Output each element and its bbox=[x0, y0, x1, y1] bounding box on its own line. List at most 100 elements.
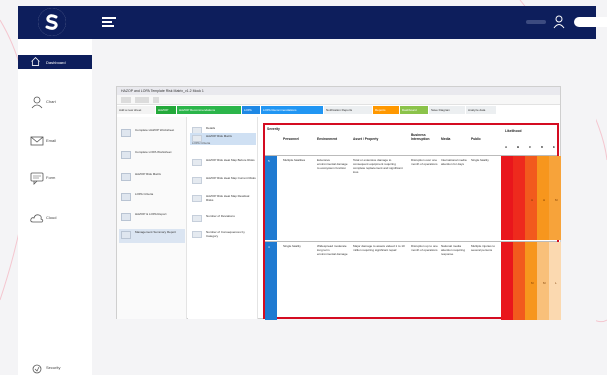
likelihood-cell bbox=[501, 156, 513, 240]
sheet-tab[interactable]: LOPA bbox=[242, 106, 260, 114]
file-label: Complete LOPA Worksheet bbox=[135, 150, 172, 154]
sheet-icon bbox=[121, 213, 131, 221]
nav-item-cloud[interactable]: Cloud bbox=[18, 205, 92, 233]
cell-personnel: Single fatality bbox=[283, 244, 301, 248]
sheet-tab[interactable]: Dashboard bbox=[400, 106, 428, 114]
likelihood-level: C bbox=[529, 145, 532, 149]
likelihood-level: B bbox=[517, 145, 520, 149]
sheet-tab-ribbon: Add a new sheet HAZOP HAZOP Recommendation… bbox=[117, 106, 560, 114]
nav-item-dashboard[interactable]: Dashboard bbox=[18, 55, 92, 69]
home-icon bbox=[31, 57, 40, 66]
likelihood-cell bbox=[501, 242, 513, 320]
header-severity: Severity bbox=[267, 127, 280, 131]
risk-rating-label: H bbox=[543, 198, 546, 202]
severity-cell: 4 bbox=[265, 242, 277, 320]
file-list-item[interactable]: HAZOP Risk Matrix bbox=[119, 171, 185, 185]
brand-logo[interactable] bbox=[38, 8, 66, 36]
nav-item-form[interactable]: Form bbox=[18, 165, 92, 193]
report-item[interactable]: Number of Deviations bbox=[190, 213, 256, 225]
header-personnel: Personnel bbox=[283, 137, 299, 141]
header-asset: Asset / Property bbox=[353, 137, 379, 141]
user-profile-icon[interactable] bbox=[553, 15, 565, 29]
report-label: Number of Deviations bbox=[206, 214, 235, 218]
likelihood-cell bbox=[513, 242, 525, 320]
severity-value: 4 bbox=[268, 245, 270, 249]
file-list: Complete HAZOP Worksheet Complete LOPA Wo… bbox=[117, 117, 187, 319]
embedded-spreadsheet-screenshot: HAZOP and LOPA Template Risk Matrix_v1.2… bbox=[116, 86, 561, 320]
cell-business: Disruption up to one month of operations bbox=[411, 244, 438, 252]
report-icon bbox=[192, 195, 202, 202]
lock-icon bbox=[32, 364, 42, 374]
risk-rating-label: M bbox=[543, 281, 546, 285]
screenshot-title: HAZOP and LOPA Template Risk Matrix_v1.2… bbox=[117, 87, 560, 95]
likelihood-cell: M bbox=[537, 242, 549, 320]
likelihood-cell: L bbox=[549, 242, 561, 320]
severity-cell: 5 bbox=[265, 156, 277, 240]
report-icon bbox=[192, 231, 202, 238]
cloud-icon bbox=[30, 214, 44, 223]
risk-matrix-row: 4 Single fatality Widespread moderate long… bbox=[265, 241, 561, 320]
file-list-item[interactable]: Complete HAZOP Worksheet bbox=[119, 127, 185, 141]
nav-label: Chart bbox=[46, 99, 56, 104]
cell-asset: Total or extensive damage to consequent … bbox=[353, 158, 403, 174]
header-business: Business Interruption bbox=[411, 133, 430, 141]
sheet-tab[interactable]: LOPA Recommendations bbox=[261, 106, 323, 114]
item-group-header: LOPA Criteria bbox=[192, 141, 211, 145]
cell-public: Single fatality bbox=[471, 158, 489, 162]
risk-rating-label: L bbox=[555, 281, 557, 285]
cell-personnel: Multiple fatalities bbox=[283, 158, 306, 162]
report-item[interactable]: HAZOP Risk Heat Map Before Risks bbox=[190, 157, 256, 169]
sheet-tab[interactable]: Notification Reports bbox=[324, 106, 372, 114]
report-icon bbox=[192, 159, 202, 166]
report-item[interactable]: HAZOP Risk Heat Map Current Risks bbox=[190, 175, 256, 187]
sheet-icon bbox=[121, 129, 131, 137]
nav-item-email[interactable]: Email bbox=[18, 128, 92, 156]
report-icon bbox=[192, 177, 202, 184]
nav-label: Dashboard bbox=[46, 60, 66, 65]
nav-item-security[interactable]: Security bbox=[18, 355, 92, 375]
likelihood-level: E bbox=[553, 145, 556, 149]
header-likelihood: Likelihood bbox=[505, 129, 522, 133]
report-label: Number of Consequences by Category bbox=[206, 230, 245, 238]
file-list-item[interactable]: Complete LOPA Worksheet bbox=[119, 149, 185, 163]
report-item[interactable]: HAZOP Risk Heat Map Residual Risks bbox=[190, 193, 256, 205]
screenshot-toolbar bbox=[117, 95, 560, 105]
sheet-icon bbox=[121, 231, 131, 239]
risk-rating-label: M bbox=[531, 281, 534, 285]
file-list-item[interactable]: LOPA Criteria bbox=[119, 191, 185, 205]
logo-mark-icon bbox=[38, 8, 66, 36]
likelihood-cell: M bbox=[525, 242, 537, 320]
likelihood-level: D bbox=[541, 145, 544, 149]
sheet-tab[interactable]: Analyze data bbox=[466, 106, 496, 114]
sheet-tab[interactable]: HAZOP bbox=[156, 106, 176, 114]
likelihood-cell bbox=[513, 156, 525, 240]
file-label: HAZOP & LOPA Report bbox=[135, 212, 167, 216]
sheet-tab[interactable]: Save Diagram bbox=[429, 106, 465, 114]
nav-label: Form bbox=[46, 175, 56, 180]
report-label: HAZOP Risk Heat Map Residual Risks bbox=[206, 194, 250, 202]
account-pill-button[interactable] bbox=[574, 17, 607, 27]
toolbar-button bbox=[153, 97, 159, 103]
report-item-list: Details HAZOP Risk Matrix LOPA Criteria HAZ… bbox=[188, 117, 258, 319]
file-list-item[interactable]: Management Summary Report bbox=[119, 229, 185, 243]
sheet-tab[interactable]: Add a new sheet bbox=[117, 106, 155, 114]
report-item[interactable]: Number of Consequences by Category bbox=[190, 229, 256, 241]
cell-asset: Major damage to assets valued 1 to 10 mi… bbox=[353, 244, 405, 252]
nav-label: Security bbox=[46, 365, 61, 370]
toolbar-button bbox=[135, 97, 149, 103]
sheet-tab[interactable]: HAZOP Recommendations bbox=[177, 106, 241, 114]
header-media: Media bbox=[441, 137, 451, 141]
top-bar bbox=[18, 6, 607, 39]
nav-item-chart[interactable]: Chart bbox=[18, 89, 92, 117]
file-label: Management Summary Report bbox=[135, 230, 177, 234]
user-name-placeholder bbox=[526, 20, 546, 24]
file-list-item[interactable]: HAZOP & LOPA Report bbox=[119, 211, 185, 225]
mail-icon bbox=[30, 136, 44, 146]
risk-rating-label: H bbox=[531, 198, 534, 202]
sheet-tab[interactable]: Reports bbox=[373, 106, 399, 114]
cell-environment: Widespread moderate long term environmen… bbox=[317, 244, 348, 256]
likelihood-cell: M bbox=[549, 156, 561, 240]
risk-matrix-row: 5 Multiple fatalities Extensive environmen… bbox=[265, 155, 561, 240]
menu-toggle-icon[interactable] bbox=[102, 17, 116, 28]
likelihood-level: A bbox=[505, 145, 508, 149]
